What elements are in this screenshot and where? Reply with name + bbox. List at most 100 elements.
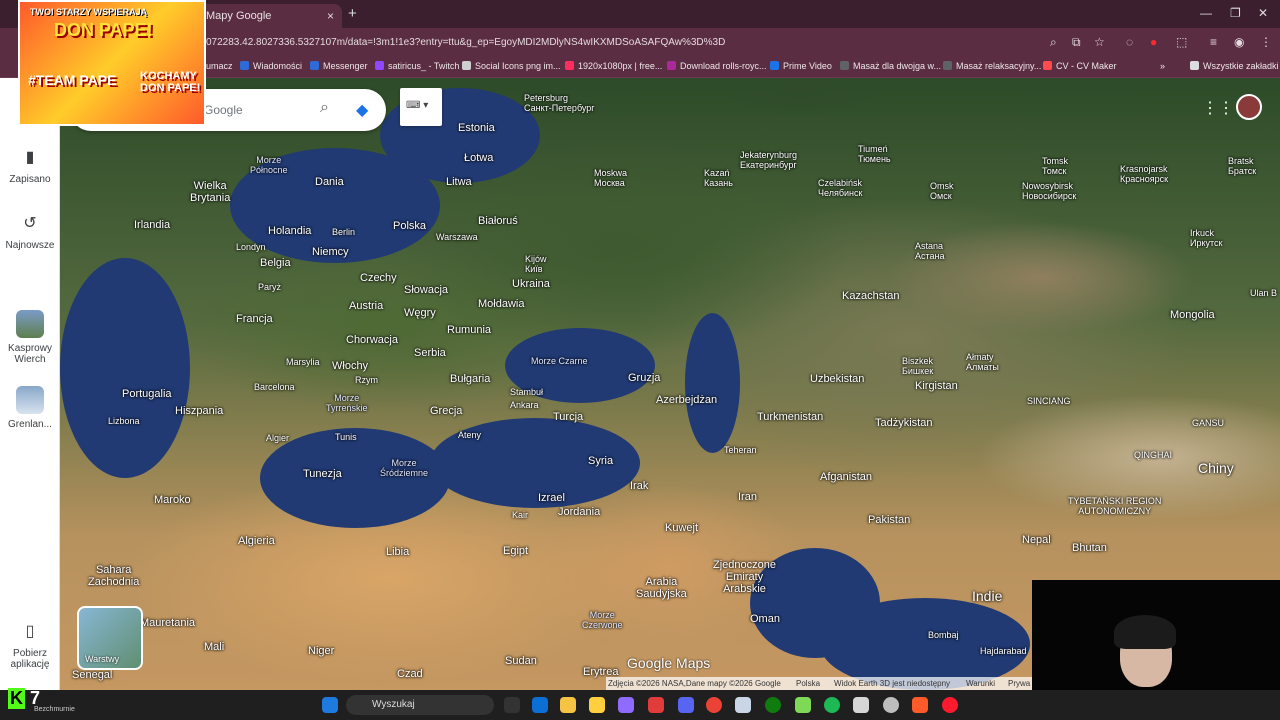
- chrome-icon[interactable]: [706, 697, 722, 713]
- obs-icon[interactable]: [618, 697, 634, 713]
- bookmark-item[interactable]: Messenger: [310, 61, 368, 71]
- map-label: Algieria: [238, 535, 275, 547]
- minimize-icon[interactable]: —: [1200, 6, 1212, 20]
- store-icon[interactable]: [589, 697, 605, 713]
- map-label: Tunis: [335, 432, 357, 442]
- map-label: Ałmaty Алматы: [966, 352, 999, 372]
- all-bookmarks[interactable]: Wszystkie zakładki: [1190, 61, 1279, 71]
- extensions-icon[interactable]: ⬚: [1176, 35, 1187, 49]
- map-label: Wielka Brytania: [190, 180, 231, 204]
- greenland-thumbnail: [16, 386, 44, 414]
- map-label: Francja: [236, 313, 273, 325]
- bookmark-item[interactable]: 1920x1080px | free...: [565, 61, 662, 71]
- bookmark-item[interactable]: satiricus_ - Twitch: [375, 61, 459, 71]
- bookmark-item[interactable]: Prime Video: [770, 61, 832, 71]
- map-label: Syria: [588, 455, 614, 467]
- xbox-icon[interactable]: [765, 697, 781, 713]
- copilot-icon[interactable]: [532, 697, 548, 713]
- steam-icon[interactable]: [735, 697, 751, 713]
- map-label: Sudan: [505, 655, 537, 667]
- spotify-icon[interactable]: [824, 697, 840, 713]
- map-label: Estonia: [458, 122, 495, 134]
- screen: Mapy Google × + — ❐ ✕ 072283.42.8027336.…: [0, 0, 1280, 720]
- app-icon[interactable]: [853, 697, 869, 713]
- maximize-icon[interactable]: ❐: [1230, 6, 1241, 20]
- map-label: Gruzja: [628, 372, 661, 384]
- map-label: Nowosybirsk Новосибирск: [1022, 181, 1077, 201]
- map-label: Mauretania: [140, 617, 196, 629]
- zoom-icon[interactable]: ⌕: [1050, 35, 1057, 50]
- app-icon[interactable]: [795, 697, 811, 713]
- folder-icon: [1190, 61, 1199, 70]
- url-field[interactable]: 072283.42.8027336.5327107m/data=!3m1!1e3…: [206, 37, 725, 48]
- taskbar-search[interactable]: Wyszukaj: [346, 695, 494, 715]
- bookmark-item[interactable]: Download rolls-royc...: [667, 61, 767, 71]
- tab-google-maps[interactable]: Mapy Google ×: [196, 4, 342, 28]
- recent-button[interactable]: ↺ Najnowsze: [0, 214, 60, 251]
- region-link[interactable]: Polska: [796, 679, 820, 688]
- bookmark-item[interactable]: CV - CV Maker: [1043, 61, 1117, 71]
- brave-icon[interactable]: [912, 697, 928, 713]
- map-label: Holandia: [268, 225, 312, 237]
- bookmark-item[interactable]: Masaż relaksacyjny...: [943, 61, 1041, 71]
- star-icon[interactable]: ☆: [1094, 35, 1105, 49]
- bookmark-item[interactable]: Masaż dla dwojga w...: [840, 61, 941, 71]
- map-label: Portugalia: [122, 388, 172, 400]
- download-icon: [667, 61, 676, 70]
- map-label: Marsylia: [286, 357, 320, 367]
- bookmark-item[interactable]: Social Icons png im...: [462, 61, 561, 71]
- search-input[interactable]: Google: [204, 103, 243, 117]
- new-tab-icon[interactable]: +: [348, 5, 357, 22]
- bookmark-item[interactable]: umacz: [206, 61, 233, 71]
- bookmark-item[interactable]: Wiadomości: [240, 61, 302, 71]
- history-icon: ↺: [23, 215, 37, 232]
- privacy-link[interactable]: Prywa: [1008, 679, 1030, 688]
- file-explorer-icon[interactable]: [560, 697, 576, 713]
- close-window-icon[interactable]: ✕: [1258, 6, 1268, 20]
- recent-place-kasprowy[interactable]: Kasprowy Wierch: [0, 310, 60, 365]
- map-label: Krasnojarsk Красноярск: [1120, 164, 1169, 184]
- map-label: Barcelona: [254, 382, 295, 392]
- reading-list-icon[interactable]: ≡: [1210, 35, 1217, 49]
- map-label: Iran: [738, 491, 757, 503]
- l-app-icon[interactable]: [648, 697, 664, 713]
- directions-icon[interactable]: ◆: [356, 100, 368, 120]
- opera-icon[interactable]: [942, 697, 958, 713]
- promo-banner: TWOI STARZY WSPIERAJĄ DON PAPE! #TEAM PA…: [18, 0, 206, 126]
- install-icon[interactable]: ⧉: [1072, 35, 1081, 50]
- map-label: Turkmenistan: [757, 411, 824, 423]
- avatar[interactable]: [1236, 94, 1262, 120]
- map-label: Izrael: [538, 492, 565, 504]
- map-label: GANSU: [1192, 418, 1225, 428]
- map-label: QINGHAI: [1134, 450, 1173, 460]
- map-label: Zjednoczone Emiraty Arabskie: [713, 559, 776, 595]
- layers-label: Warstwy: [85, 654, 120, 664]
- map-label: Mali: [204, 641, 225, 653]
- record-icon[interactable]: ●: [1150, 35, 1157, 49]
- map-label: Austria: [349, 300, 384, 312]
- terms-link[interactable]: Warunki: [966, 679, 995, 688]
- extension-icon[interactable]: ◌: [1126, 35, 1133, 49]
- close-tab-icon[interactable]: ×: [327, 9, 334, 23]
- profile-icon[interactable]: ◉: [1234, 35, 1244, 49]
- map-label: Paryż: [258, 282, 282, 292]
- recent-place-greenland[interactable]: Grenlan...: [0, 386, 60, 430]
- start-icon[interactable]: [322, 697, 338, 713]
- bookmarks-overflow-icon[interactable]: »: [1160, 61, 1165, 71]
- phone-icon: ▯: [25, 623, 35, 640]
- map-label: Morze Północne: [250, 155, 288, 175]
- download-app-button[interactable]: ▯ Pobierz aplikację: [0, 622, 60, 670]
- search-icon[interactable]: ⌕: [320, 99, 329, 117]
- github-icon[interactable]: [883, 697, 899, 713]
- kick-widget: K 7 Bezchmurnie: [8, 688, 75, 713]
- menu-icon[interactable]: ⋮: [1260, 35, 1272, 49]
- map-label: Jekaterynburg Екатеринбург: [740, 150, 798, 170]
- massage-icon: [943, 61, 952, 70]
- layers-button[interactable]: Warstwy: [77, 606, 143, 670]
- saved-button[interactable]: ▮ Zapisano: [0, 148, 60, 185]
- task-view-icon[interactable]: [504, 697, 520, 713]
- map-label: Czelabińsk Челябинск: [818, 178, 863, 198]
- map-label: Omsk Омск: [930, 181, 954, 201]
- keyboard-button[interactable]: ⌨ ▾: [400, 88, 442, 126]
- discord-icon[interactable]: [678, 697, 694, 713]
